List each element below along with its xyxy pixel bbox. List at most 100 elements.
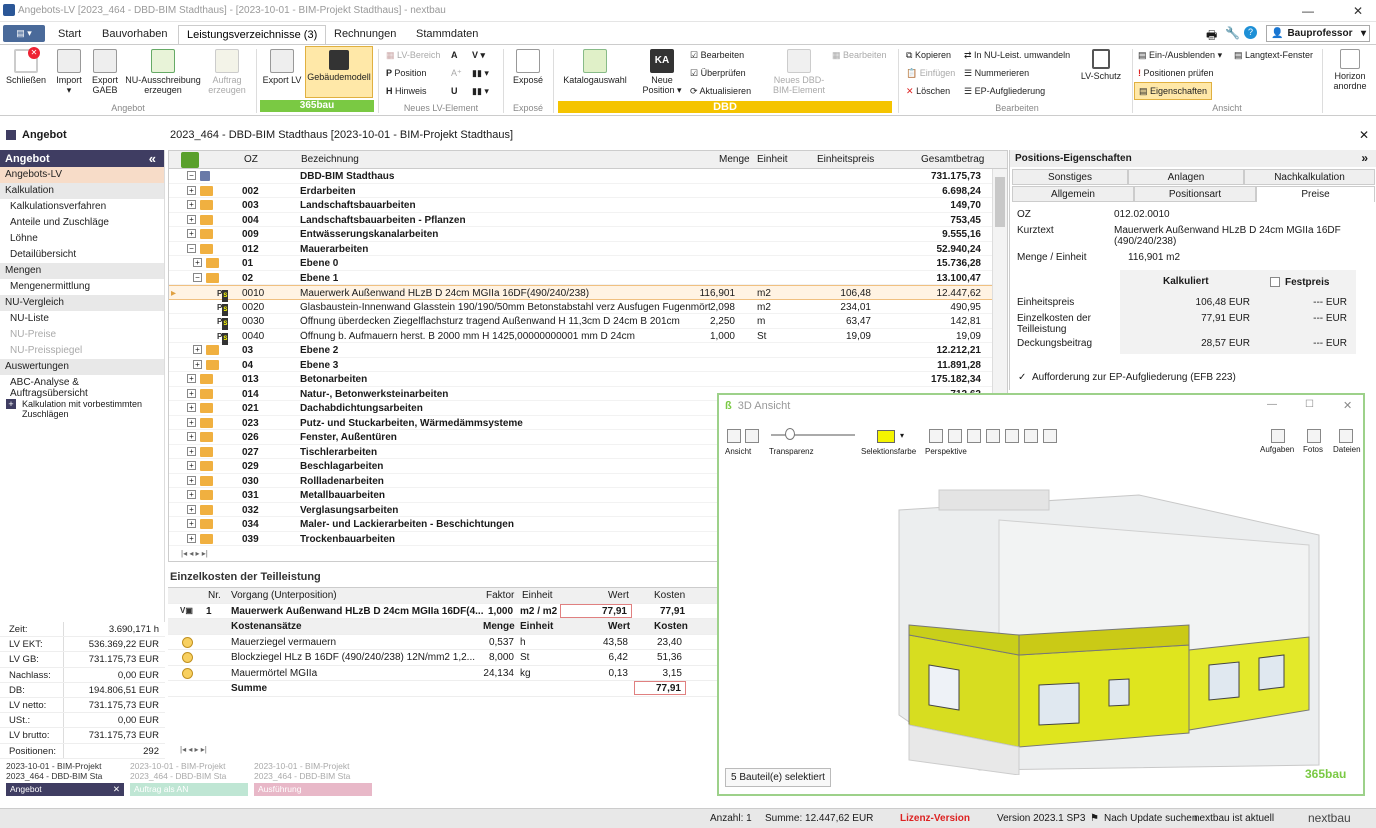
- slider-thumb[interactable]: [785, 428, 795, 440]
- nav-item[interactable]: NU-Preisspiegel: [0, 343, 164, 359]
- eigenschaften-button[interactable]: ▤ Eigenschaften: [1134, 82, 1213, 100]
- minimize-3d-button[interactable]: —: [1267, 399, 1277, 410]
- lv-schutz-button[interactable]: LV-Schutz: [1078, 49, 1124, 81]
- nav-item[interactable]: Kalkulationsverfahren: [0, 199, 164, 215]
- ep-aufgliederung-button[interactable]: ☰ EP-Aufgliederung: [964, 85, 1045, 97]
- checkmark-icon[interactable]: ✓: [1018, 372, 1026, 383]
- app-menu-button[interactable]: ▤ ▾: [3, 25, 45, 42]
- maximize-3d-button[interactable]: ☐: [1305, 399, 1314, 410]
- hinweis-button[interactable]: H Hinweis: [386, 85, 427, 97]
- table-row[interactable]: P S 0040 Öffnung b. Aufmauern herst. B 2000…: [169, 329, 1007, 345]
- table-row[interactable]: +002 Erdarbeiten 6.698,24: [169, 184, 1007, 198]
- neue-position-button[interactable]: KA Neue Position ▾: [640, 49, 684, 95]
- close-tab-icon[interactable]: ✕: [113, 784, 120, 795]
- nav-item[interactable]: Löhne: [0, 231, 164, 247]
- view-icon[interactable]: [745, 429, 759, 443]
- cost-item-row[interactable]: Mauerziegel vermauern 0,537 h 43,58 23,40: [168, 635, 718, 650]
- tab-rechnungen[interactable]: Rechnungen: [326, 25, 404, 44]
- perspective-icon[interactable]: [986, 429, 1000, 443]
- tab-allgemein[interactable]: Allgemein: [1012, 186, 1134, 202]
- expand-toggle-icon[interactable]: +: [187, 417, 196, 427]
- perspective-icon[interactable]: [948, 429, 962, 443]
- export-gaeb-button[interactable]: Export GAEB: [88, 49, 122, 95]
- in-nu-button[interactable]: ⇄ In NU-Leist. umwandeln: [964, 49, 1070, 61]
- tab-leistungsverzeichnisse[interactable]: Leistungsverzeichnisse (3): [178, 25, 327, 44]
- close-3d-button[interactable]: ✕: [1343, 399, 1352, 412]
- tab-anlagen[interactable]: Anlagen: [1128, 169, 1244, 185]
- expand-toggle-icon[interactable]: +: [187, 504, 196, 514]
- schliessen-button[interactable]: ✕ Schließen: [6, 47, 46, 85]
- close-document-icon[interactable]: ✕: [1359, 128, 1369, 142]
- table-row[interactable]: P S 0030 Öffnung überdecken Ziegelflachstur…: [169, 314, 1007, 330]
- collapse-icon[interactable]: «: [149, 151, 156, 166]
- tab-bauvorhaben[interactable]: Bauvorhaben: [94, 25, 175, 44]
- font-a-button[interactable]: A: [451, 49, 458, 61]
- lv-bereich-button[interactable]: ▦ LV-Bereich: [386, 49, 440, 61]
- ueberpruefen-button[interactable]: ☑ Überprüfen: [690, 67, 746, 79]
- expand-toggle-icon[interactable]: +: [187, 533, 196, 543]
- nav-item[interactable]: ABC-Analyse & Auftragsübersicht: [0, 375, 164, 399]
- nummerieren-button[interactable]: ☰ Nummerieren: [964, 67, 1029, 79]
- expand-toggle-icon[interactable]: −: [187, 243, 196, 253]
- export-lv-button[interactable]: Export LV: [260, 49, 304, 85]
- scrollbar-thumb[interactable]: [995, 177, 1005, 227]
- nav-item[interactable]: Angebots-LV: [0, 167, 164, 183]
- table-row[interactable]: − DBD-BIM Stadthaus 731.175,73: [169, 169, 1007, 184]
- table-row[interactable]: P S 0020 Glasbaustein-Innenwand Glasstein 1…: [169, 300, 1007, 316]
- expand-toggle-icon[interactable]: +: [187, 403, 196, 412]
- tab-stammdaten[interactable]: Stammdaten: [408, 25, 486, 44]
- festpreis-checkbox[interactable]: [1270, 277, 1280, 287]
- chart-icon[interactable]: ▮▮ ▾: [472, 67, 489, 79]
- table-row[interactable]: +004 Landschaftsbauarbeiten - Pflanzen 753…: [169, 213, 1007, 227]
- gebaeudemodell-button[interactable]: Gebäudemodell: [305, 46, 373, 98]
- table-row[interactable]: − 02 Ebene 1 13.100,47: [169, 271, 1007, 285]
- expand-toggle-icon[interactable]: −: [193, 272, 202, 282]
- camera-icon[interactable]: [1307, 429, 1321, 443]
- perspective-icon[interactable]: [967, 429, 981, 443]
- expand-toggle-icon[interactable]: +: [193, 258, 202, 267]
- view-icon[interactable]: [727, 429, 741, 443]
- search-icon[interactable]: [181, 152, 199, 168]
- document-tab[interactable]: 2023-10-01 - BIM-Projekt 2023_464 - DBD-B…: [254, 761, 372, 799]
- nav-item[interactable]: Mengenermittlung: [0, 279, 164, 295]
- neues-dbd-button[interactable]: Neues DBD-BIM-Element: [768, 49, 830, 95]
- col-einheitspreis[interactable]: Einheitspreis: [817, 154, 874, 165]
- nav-item[interactable]: NU-Preise: [0, 327, 164, 343]
- font-u-button[interactable]: U: [451, 85, 458, 97]
- expose-button[interactable]: Exposé: [508, 49, 548, 85]
- grid-pager[interactable]: |◂ ◂ ▸ ▸|: [181, 549, 208, 558]
- perspective-icon[interactable]: [1005, 429, 1019, 443]
- expand-toggle-icon[interactable]: +: [187, 475, 196, 485]
- file-icon[interactable]: [1339, 429, 1353, 443]
- expand-toggle-icon[interactable]: +: [193, 345, 202, 354]
- expand-toggle-icon[interactable]: +: [187, 446, 196, 456]
- expand-toggle-icon[interactable]: +: [187, 214, 196, 224]
- import-button[interactable]: Import ▾: [50, 49, 88, 95]
- auftrag-erzeugen-button[interactable]: Auftrag erzeugen: [204, 49, 250, 95]
- loeschen-button[interactable]: ✕ Löschen: [906, 85, 950, 97]
- tab-sonstiges[interactable]: Sonstiges: [1012, 169, 1128, 185]
- cost-item-row[interactable]: Mauermörtel MGIIa 24,134 kg 0,13 3,15: [168, 666, 718, 681]
- expand-toggle-icon[interactable]: +: [187, 200, 196, 209]
- horizontal-anordnen-button[interactable]: Horizon anordne: [1328, 49, 1372, 91]
- perspective-icon[interactable]: [1043, 429, 1057, 443]
- expand-icon[interactable]: »: [1361, 151, 1368, 165]
- document-tab[interactable]: 2023-10-01 - BIM-Projekt 2023_464 - DBD-B…: [6, 761, 124, 799]
- col-menge[interactable]: Menge: [719, 154, 750, 165]
- table-row[interactable]: +013 Betonarbeiten 175.182,34: [169, 372, 1007, 387]
- chevron-down-icon[interactable]: ▾: [900, 431, 904, 440]
- cost-item-row[interactable]: Blockziegel HLz B 16DF (490/240/238) 12N…: [168, 650, 718, 666]
- nav-item[interactable]: Anteile und Zuschläge: [0, 215, 164, 231]
- table-row[interactable]: +03 Ebene 2 12.212,21: [169, 343, 1007, 358]
- einfuegen-button[interactable]: 📋 Einfügen: [906, 67, 955, 79]
- table-row[interactable]: − 012 Mauerarbeiten 52.940,24: [169, 242, 1007, 256]
- perspective-icon[interactable]: [1024, 429, 1038, 443]
- cost-main-row[interactable]: V▣ 1 Mauerwerk Außenwand HLzB D 24cm MGI…: [168, 603, 718, 619]
- document-tab[interactable]: 2023-10-01 - BIM-Projekt 2023_464 - DBD-B…: [130, 761, 248, 799]
- table-row[interactable]: +04 Ebene 3 11.891,28: [169, 358, 1007, 372]
- bearbeiten-button[interactable]: ☑ Bearbeiten: [690, 49, 744, 61]
- help-icon[interactable]: ?: [1244, 26, 1257, 39]
- expand-toggle-icon[interactable]: −: [187, 171, 196, 180]
- katalogauswahl-button[interactable]: Katalogauswahl: [558, 49, 632, 85]
- ein-ausblenden-button[interactable]: ▤ Ein-/Ausblenden ▾: [1138, 49, 1222, 61]
